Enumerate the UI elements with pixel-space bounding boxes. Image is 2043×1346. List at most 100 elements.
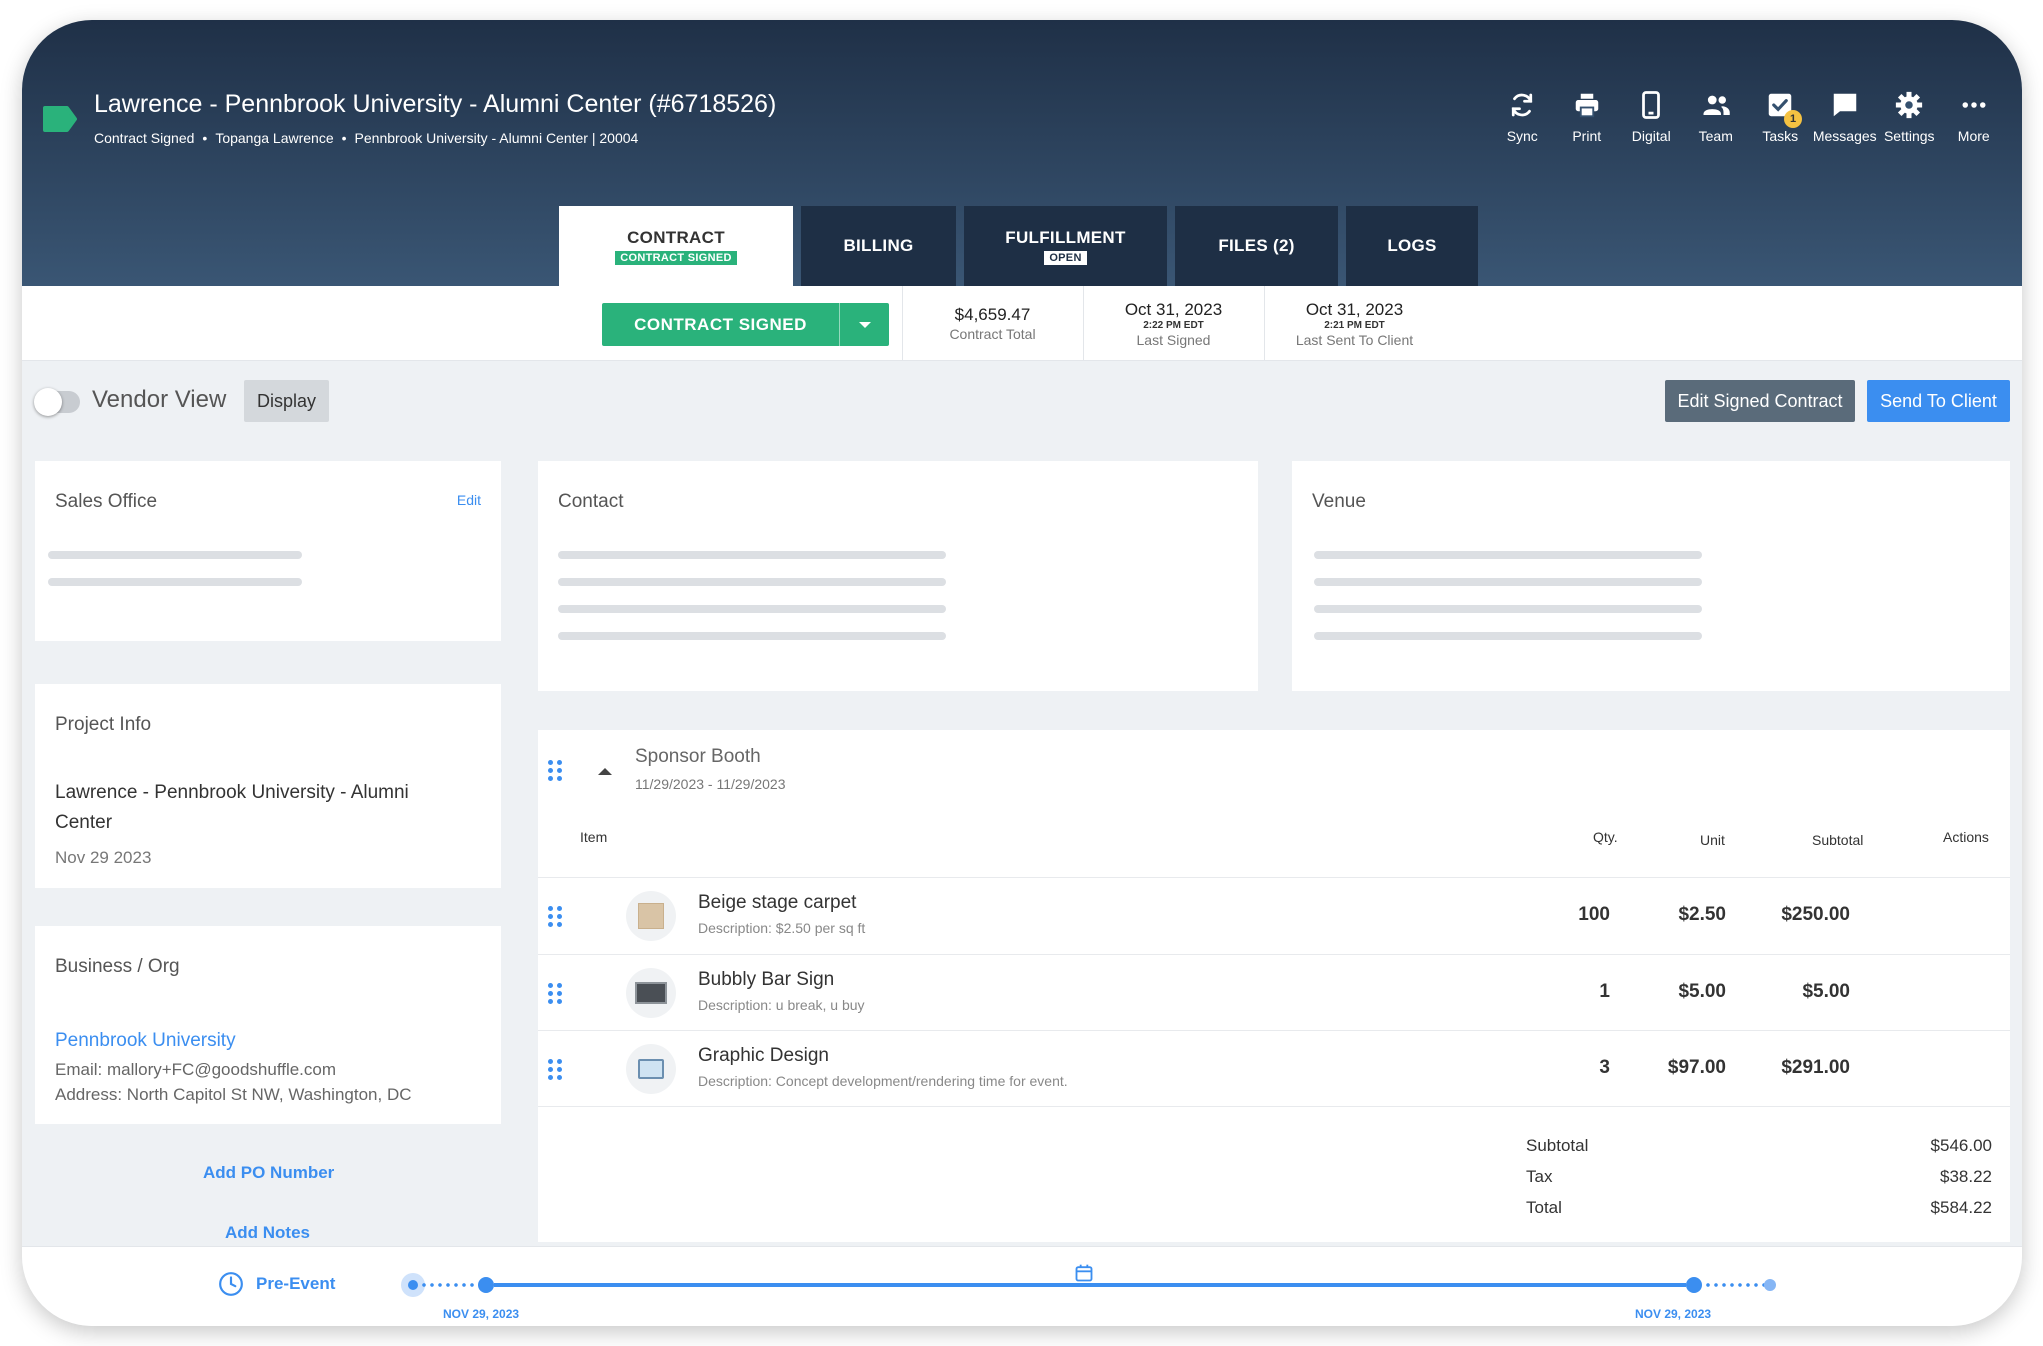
timeline-end-node[interactable] bbox=[1686, 1277, 1702, 1293]
tasks-label: Tasks bbox=[1762, 128, 1799, 144]
tag-icon bbox=[43, 106, 77, 132]
settings-label: Settings bbox=[1883, 128, 1935, 144]
item-description: Description: $2.50 per sq ft bbox=[698, 920, 866, 936]
drag-handle-icon[interactable] bbox=[548, 760, 562, 781]
app-window: Lawrence - Pennbrook University - Alumni… bbox=[22, 20, 2022, 1326]
loading-placeholder bbox=[1314, 605, 1702, 613]
tab-fulfillment[interactable]: FULFILLMENT OPEN bbox=[964, 206, 1167, 286]
business-name-link[interactable]: Pennbrook University bbox=[55, 1030, 236, 1052]
column-header-item: Item bbox=[580, 829, 608, 845]
timeline-start-node[interactable] bbox=[478, 1277, 494, 1293]
contract-tabs: CONTRACT CONTRACT SIGNED BILLING FULFILL… bbox=[559, 206, 1478, 286]
item-subtotal: $5.00 bbox=[1802, 981, 1850, 1002]
loading-placeholder bbox=[558, 632, 946, 640]
tab-files[interactable]: FILES (2) bbox=[1175, 206, 1338, 286]
item-qty: 3 bbox=[1599, 1057, 1610, 1078]
messages-button[interactable]: Messages bbox=[1813, 90, 1878, 144]
last-sent-time: 2:21 PM EDT bbox=[1324, 319, 1385, 331]
contact-title: Contact bbox=[558, 491, 624, 512]
digital-button[interactable]: Digital bbox=[1619, 90, 1684, 144]
project-info-card: Project Info Lawrence - Pennbrook Univer… bbox=[35, 684, 501, 888]
tab-files-label: FILES (2) bbox=[1218, 236, 1295, 255]
loading-placeholder bbox=[558, 578, 946, 586]
more-button[interactable]: More bbox=[1942, 90, 2007, 144]
tab-logs[interactable]: LOGS bbox=[1346, 206, 1478, 286]
contract-total-stat: $4,659.47 Contract Total bbox=[902, 286, 1082, 361]
table-row: Graphic Design Description: Concept deve… bbox=[538, 1031, 2010, 1107]
timeline-start-date: NOV 29, 2023 bbox=[443, 1307, 520, 1321]
contract-meta: Contract Signed • Topanga Lawrence • Pen… bbox=[94, 130, 638, 146]
sync-icon bbox=[1512, 93, 1533, 117]
sign-thumbnail bbox=[626, 968, 676, 1018]
more-icon bbox=[1962, 102, 1986, 108]
timeline-event-track bbox=[494, 1283, 1686, 1287]
vendor-view-toggle[interactable] bbox=[34, 388, 80, 416]
gear-icon bbox=[1896, 91, 1923, 119]
business-org-card: Business / Org Pennbrook University Emai… bbox=[35, 926, 501, 1124]
item-qty: 1 bbox=[1599, 981, 1610, 1002]
row-divider bbox=[538, 1106, 2010, 1107]
send-to-client-button[interactable]: Send To Client bbox=[1867, 380, 2010, 422]
team-label: Team bbox=[1698, 128, 1733, 144]
tab-contract[interactable]: CONTRACT CONTRACT SIGNED bbox=[559, 206, 793, 286]
chevron-down-icon bbox=[858, 321, 871, 328]
settings-button[interactable]: Settings bbox=[1877, 90, 1942, 144]
last-signed-label: Last Signed bbox=[1136, 331, 1211, 348]
display-button[interactable]: Display bbox=[244, 380, 329, 422]
team-button[interactable]: Team bbox=[1684, 90, 1749, 144]
column-header-qty: Qty. bbox=[1593, 829, 1618, 845]
carpet-thumbnail bbox=[626, 891, 676, 941]
meta-separator: • bbox=[202, 130, 208, 146]
sync-button[interactable]: Sync bbox=[1490, 90, 1555, 144]
edit-signed-contract-button[interactable]: Edit Signed Contract bbox=[1665, 380, 1855, 422]
status-dropdown-toggle[interactable] bbox=[839, 303, 889, 346]
sales-office-card: Sales Office Edit bbox=[35, 461, 501, 641]
collapse-icon[interactable] bbox=[598, 768, 612, 775]
column-header-unit: Unit bbox=[1700, 832, 1725, 848]
header-toolbar: Sync Print Digital Team 1 Tasks Messages… bbox=[1490, 90, 2006, 144]
client-name: Topanga Lawrence bbox=[215, 130, 334, 146]
contract-status-button-label: CONTRACT SIGNED bbox=[634, 314, 807, 334]
calendar-icon[interactable] bbox=[1074, 1263, 1094, 1283]
drag-handle-icon[interactable] bbox=[548, 906, 562, 927]
sync-label: Sync bbox=[1506, 128, 1538, 144]
drag-handle-icon[interactable] bbox=[548, 1059, 562, 1080]
last-signed-date: Oct 31, 2023 bbox=[1124, 299, 1223, 319]
last-sent-date: Oct 31, 2023 bbox=[1305, 299, 1404, 319]
design-thumbnail bbox=[626, 1044, 676, 1094]
table-row: Beige stage carpet Description: $2.50 pe… bbox=[538, 878, 2010, 954]
project-info-title: Project Info bbox=[55, 714, 152, 735]
tab-billing-label: BILLING bbox=[843, 236, 914, 255]
venue-card: Venue bbox=[1292, 461, 2010, 691]
pre-event-button[interactable]: Pre-Event bbox=[218, 1271, 335, 1297]
sales-office-edit-link[interactable]: Edit bbox=[457, 492, 481, 508]
item-description: Description: u break, u buy bbox=[698, 997, 865, 1013]
tab-billing[interactable]: BILLING bbox=[801, 206, 956, 286]
print-button[interactable]: Print bbox=[1555, 90, 1620, 144]
total-label: Total bbox=[1526, 1198, 1562, 1217]
more-label: More bbox=[1957, 128, 1990, 144]
tasks-button[interactable]: 1 Tasks bbox=[1748, 90, 1813, 144]
contract-status-button[interactable]: CONTRACT SIGNED bbox=[602, 303, 889, 346]
item-name: Graphic Design bbox=[698, 1045, 829, 1066]
tab-fulfillment-label: FULFILLMENT bbox=[1005, 227, 1126, 247]
timeline-end-date: NOV 29, 2023 bbox=[1635, 1307, 1712, 1321]
add-po-number-link[interactable]: Add PO Number bbox=[203, 1163, 334, 1183]
project-date: Nov 29 2023 bbox=[55, 848, 152, 867]
loading-placeholder bbox=[558, 551, 946, 559]
drag-handle-icon[interactable] bbox=[548, 983, 562, 1004]
event-timeline-bar: Pre-Event NOV 29, 2023 NOV 29, 2023 bbox=[22, 1246, 2022, 1326]
last-sent-stat: Oct 31, 2023 2:21 PM EDT Last Sent To Cl… bbox=[1264, 286, 1444, 361]
project-name: Lawrence - Pennbrook University - Alumni… bbox=[55, 782, 409, 833]
digital-label: Digital bbox=[1631, 128, 1671, 144]
contract-header: Lawrence - Pennbrook University - Alumni… bbox=[22, 20, 2022, 286]
sponsor-booth-section: Sponsor Booth 11/29/2023 - 11/29/2023 It… bbox=[538, 730, 2010, 1242]
sales-office-title: Sales Office bbox=[55, 491, 158, 512]
table-row: Bubbly Bar Sign Description: u break, u … bbox=[538, 955, 2010, 1031]
loading-placeholder bbox=[1314, 578, 1702, 586]
print-icon bbox=[1575, 93, 1598, 118]
meta-separator: • bbox=[341, 130, 347, 146]
add-notes-link[interactable]: Add Notes bbox=[225, 1223, 310, 1243]
tax-label: Tax bbox=[1526, 1167, 1553, 1186]
loading-placeholder bbox=[1314, 632, 1702, 640]
